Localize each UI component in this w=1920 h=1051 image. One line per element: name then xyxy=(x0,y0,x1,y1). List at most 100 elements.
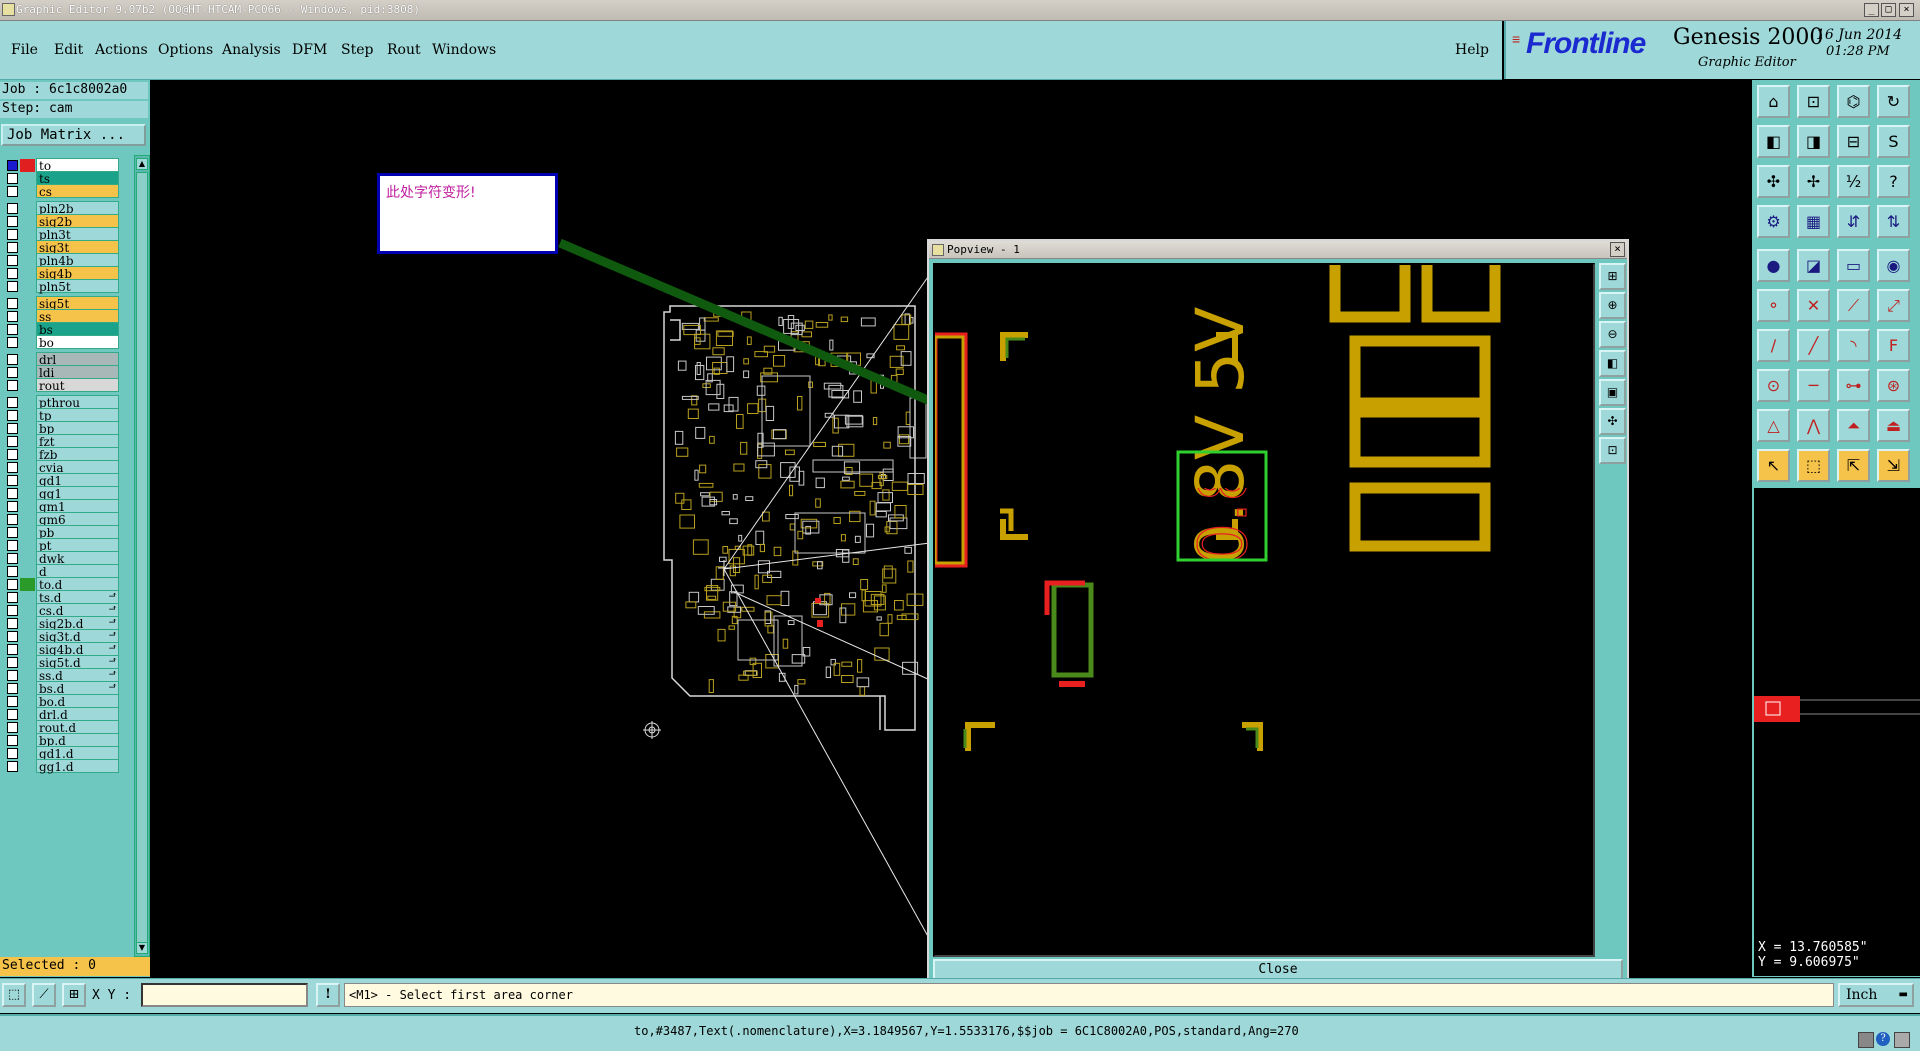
layer-row[interactable]: gg1.d xyxy=(2,759,122,774)
node-icon[interactable]: ⟋ xyxy=(1837,289,1870,322)
layer-name[interactable]: bp xyxy=(36,421,119,436)
layer-checkbox[interactable] xyxy=(7,735,18,746)
layer-name[interactable]: sig3t.d xyxy=(36,629,119,644)
layer-checkbox[interactable] xyxy=(7,255,18,266)
layer-name[interactable]: gd1.d xyxy=(36,746,119,761)
layer-name[interactable]: rout.d xyxy=(36,720,119,735)
popview-center-icon[interactable]: ▣ xyxy=(1599,379,1626,406)
zoom-home-icon[interactable]: ⌂ xyxy=(1757,85,1790,118)
connect-icon[interactable]: ⤢ xyxy=(1877,289,1910,322)
layer-name[interactable]: gd1 xyxy=(36,473,119,488)
layer-checkbox[interactable] xyxy=(7,696,18,707)
layer-checkbox[interactable] xyxy=(7,216,18,227)
help-icon[interactable]: ? xyxy=(1877,165,1910,198)
select-mode-icon[interactable]: ⬚ xyxy=(2,983,26,1007)
menu-actions[interactable]: Actions xyxy=(95,42,148,58)
layer-checkbox[interactable] xyxy=(7,501,18,512)
menu-edit[interactable]: Edit xyxy=(54,42,83,58)
xy-input[interactable] xyxy=(141,983,308,1007)
layer-row[interactable]: pln5t xyxy=(2,279,122,294)
snap-icon[interactable]: S xyxy=(1877,125,1910,158)
text-icon[interactable]: F xyxy=(1877,329,1910,362)
layer-name[interactable]: cs xyxy=(36,184,119,199)
zoom-out-icon[interactable]: ⌬ xyxy=(1837,85,1870,118)
layer-name[interactable]: ss.d xyxy=(36,668,119,683)
scroll-thumb[interactable] xyxy=(136,172,148,944)
select-touch-icon[interactable]: ⇱ xyxy=(1837,449,1870,482)
diagonal-icon[interactable]: ╱ xyxy=(1797,329,1830,362)
layer-name[interactable]: sig2b.d xyxy=(36,616,119,631)
menu-rout[interactable]: Rout xyxy=(387,42,421,58)
grid-mode-icon[interactable]: ⊞ xyxy=(62,983,86,1007)
popview-title-bar[interactable]: Popview - 1 × xyxy=(929,241,1627,259)
layer-checkbox[interactable] xyxy=(7,462,18,473)
popview-window[interactable]: Popview - 1 × 0.8V 5V 0.8V 5V ⊞ ⊕ ⊖ ◧ ▣ … xyxy=(927,239,1629,985)
layer-name[interactable]: bo.d xyxy=(36,694,119,709)
tray-help-icon[interactable]: ? xyxy=(1876,1032,1890,1046)
menu-windows[interactable]: Windows xyxy=(432,42,496,58)
pan-left-icon[interactable]: ◧ xyxy=(1757,125,1790,158)
layer-checkbox[interactable] xyxy=(7,354,18,365)
job-matrix-button[interactable]: Job Matrix ... xyxy=(1,124,146,146)
layer-checkbox[interactable] xyxy=(7,553,18,564)
layer-name[interactable]: rout xyxy=(36,378,119,393)
zoom-window-icon[interactable]: ⊟ xyxy=(1837,125,1870,158)
layer-checkbox[interactable] xyxy=(7,514,18,525)
layer-name[interactable]: gg1.d xyxy=(36,759,119,774)
net-icon[interactable]: ⚬ xyxy=(1757,289,1790,322)
layer-name[interactable]: d xyxy=(36,564,119,579)
layer-up-icon[interactable]: ⇵ xyxy=(1837,205,1870,238)
layer-row[interactable]: bo xyxy=(2,335,122,350)
layer-name[interactable]: cvia xyxy=(36,460,119,475)
layer-checkbox[interactable] xyxy=(7,592,18,603)
layer-name[interactable]: fzb xyxy=(36,447,119,462)
ruler-icon[interactable]: ▭ xyxy=(1837,249,1870,282)
fit-icon[interactable]: ✣ xyxy=(1757,165,1790,198)
menu-options[interactable]: Options xyxy=(158,42,213,58)
tray-settings-icon[interactable] xyxy=(1894,1032,1910,1048)
layer-name[interactable]: bs xyxy=(36,322,119,337)
cluster-icon[interactable]: ⊛ xyxy=(1877,369,1910,402)
layer-checkbox[interactable] xyxy=(7,410,18,421)
layer-checkbox[interactable] xyxy=(7,397,18,408)
layer-name[interactable]: pln3t xyxy=(36,227,119,242)
layer-checkbox[interactable] xyxy=(7,186,18,197)
layer-checkbox[interactable] xyxy=(7,229,18,240)
menu-analysis[interactable]: Analysis xyxy=(222,42,281,58)
layer-checkbox[interactable] xyxy=(7,281,18,292)
layer-row[interactable]: rout xyxy=(2,378,122,393)
layer-name[interactable]: drl.d xyxy=(36,707,119,722)
layer-checkbox[interactable] xyxy=(7,709,18,720)
close-window-button[interactable]: × xyxy=(1899,3,1914,17)
circle-icon[interactable]: ◉ xyxy=(1877,249,1910,282)
layer-name[interactable]: tp xyxy=(36,408,119,423)
redraw-icon[interactable]: ↻ xyxy=(1877,85,1910,118)
layer-name[interactable]: ldi xyxy=(36,365,119,380)
layer-checkbox[interactable] xyxy=(7,644,18,655)
layer-checkbox[interactable] xyxy=(7,657,18,668)
menu-help[interactable]: Help xyxy=(1455,42,1489,58)
layer-name[interactable]: ss xyxy=(36,309,119,324)
pad-icon[interactable]: ● xyxy=(1757,249,1790,282)
menu-dfm[interactable]: DFM xyxy=(292,42,327,58)
menu-file[interactable]: File xyxy=(11,42,38,58)
center-icon[interactable]: ✢ xyxy=(1797,165,1830,198)
measure-icon[interactable]: ⚙ xyxy=(1757,205,1790,238)
popview-canvas[interactable]: 0.8V 5V 0.8V 5V xyxy=(932,263,1595,957)
layer-checkbox[interactable] xyxy=(7,618,18,629)
layer-checkbox[interactable] xyxy=(7,337,18,348)
layer-checkbox[interactable] xyxy=(7,670,18,681)
trace-icon[interactable]: ─ xyxy=(1797,369,1830,402)
layer-name[interactable]: to xyxy=(36,158,119,173)
cross-icon[interactable]: ✕ xyxy=(1797,289,1830,322)
layer-name[interactable]: pln5t xyxy=(36,279,119,294)
layer-checkbox[interactable] xyxy=(7,748,18,759)
layer-name[interactable]: sig4b.d xyxy=(36,642,119,657)
layer-name[interactable]: sig5t.d xyxy=(36,655,119,670)
menu-step[interactable]: Step xyxy=(341,42,373,58)
layer-name[interactable]: fzt xyxy=(36,434,119,449)
layer-name[interactable]: sig4b xyxy=(36,266,119,281)
layer-name[interactable]: bp.d xyxy=(36,733,119,748)
scroll-up-icon[interactable]: ▲ xyxy=(136,158,148,170)
units-select[interactable]: Inch ▬ xyxy=(1838,983,1914,1007)
